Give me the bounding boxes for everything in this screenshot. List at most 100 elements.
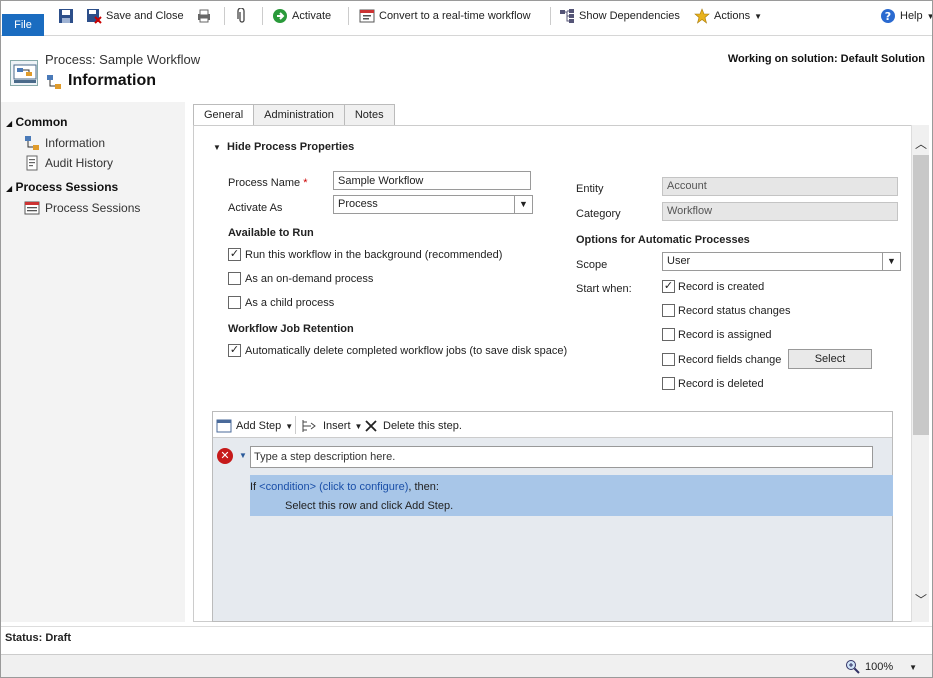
delete-step-button[interactable]: Delete this step. [363, 416, 462, 436]
options-heading: Options for Automatic Processes [576, 234, 750, 246]
step-toolbar: Add Step ▼ Insert ▼ Delete this step. [213, 412, 892, 438]
nav-item-process-sessions[interactable]: Process Sessions [24, 200, 140, 216]
available-to-run-heading: Available to Run [228, 227, 314, 239]
toolbar-separator [550, 7, 551, 25]
vertical-scrollbar[interactable]: ︿ ﹀ [911, 125, 929, 622]
nav-group-common[interactable]: ◢ Common [6, 115, 68, 129]
activate-as-label: Activate As [228, 202, 283, 214]
tab-administration[interactable]: Administration [253, 104, 345, 125]
attach-button[interactable] [234, 6, 250, 26]
step-expand-arrow-icon[interactable]: ▼ [239, 451, 247, 460]
child-process-checkbox[interactable] [228, 296, 241, 309]
process-name-input[interactable] [333, 171, 531, 190]
help-icon: ? [880, 8, 896, 24]
solution-indicator: Working on solution: Default Solution [727, 53, 925, 65]
scroll-up-icon[interactable]: ︿ [914, 137, 928, 151]
actions-menu-button[interactable]: Actions ▼ [694, 6, 762, 26]
insert-button[interactable]: Insert ▼ [301, 416, 362, 436]
print-button[interactable] [196, 6, 212, 26]
activate-icon [272, 8, 288, 24]
nav-item-process-sessions-label: Process Sessions [45, 201, 141, 215]
on-demand-checkbox[interactable] [228, 272, 241, 285]
record-created-checkbox[interactable]: ✓ [662, 280, 675, 293]
collapse-triangle-icon: ◢ [6, 119, 13, 128]
left-navigation: ◢ Common Information Audit History ◢ Pro… [0, 102, 185, 622]
convert-realtime-button[interactable]: Convert to a real-time workflow [359, 6, 531, 26]
workflow-icon [24, 135, 40, 151]
auto-delete-checkbox[interactable]: ✓ [228, 344, 241, 357]
chevron-down-icon: ▼ [926, 11, 933, 21]
delete-x-icon [363, 418, 379, 434]
run-background-label: Run this workflow in the background (rec… [245, 249, 503, 261]
nav-item-information-label: Information [45, 136, 106, 150]
toolbar-separator [224, 7, 225, 25]
tab-notes[interactable]: Notes [343, 104, 395, 125]
step-description-input[interactable]: Type a step description here. [250, 446, 873, 468]
zoom-control[interactable]: 100% ▼ [845, 657, 917, 677]
process-name-header: Process: Sample Workflow [45, 52, 201, 67]
help-menu-button[interactable]: ? Help ▼ [880, 6, 933, 26]
add-step-hint: Select this row and click Add Step. [285, 500, 454, 512]
entity-field: Account [662, 177, 898, 196]
delete-step-label: Delete this step. [383, 420, 462, 432]
save-and-close-button[interactable]: Save and Close [86, 6, 184, 26]
configure-condition-link[interactable]: <condition> (click to configure) [259, 481, 408, 493]
condition-line: If <condition> (click to configure), the… [250, 481, 439, 493]
dependencies-icon [559, 8, 575, 24]
chevron-down-icon: ▼ [285, 421, 294, 431]
record-status-label: Record status changes [678, 305, 791, 317]
page-title: Information [68, 72, 156, 89]
actions-star-icon [694, 8, 710, 24]
file-tab[interactable]: File [2, 14, 44, 36]
save-and-close-label: Save and Close [106, 10, 184, 22]
activate-label: Activate [292, 10, 332, 22]
nav-item-audit-history[interactable]: Audit History [24, 155, 113, 171]
record-assigned-checkbox[interactable] [662, 328, 675, 341]
run-background-checkbox[interactable]: ✓ [228, 248, 241, 261]
help-label: Help [900, 10, 923, 22]
record-fields-label: Record fields change [678, 354, 782, 366]
add-step-button[interactable]: Add Step ▼ [216, 416, 293, 436]
process-sessions-icon [24, 200, 40, 216]
svg-text:?: ? [885, 10, 891, 23]
workflow-small-icon [46, 74, 62, 90]
chevron-down-icon: ▼ [909, 662, 918, 672]
start-when-label: Start when: [576, 283, 632, 295]
record-created-label: Record is created [678, 281, 765, 293]
retention-heading: Workflow Job Retention [228, 323, 354, 335]
record-status-checkbox[interactable] [662, 304, 675, 317]
record-fields-checkbox[interactable] [662, 353, 675, 366]
step-editor: Add Step ▼ Insert ▼ Delete this step. ✕ … [212, 411, 893, 622]
form-header: Process: Sample Workflow Information Wor… [0, 36, 933, 102]
record-deleted-checkbox[interactable] [662, 377, 675, 390]
tab-general[interactable]: General [193, 104, 255, 126]
activate-as-value: Process [338, 198, 378, 210]
show-dependencies-button[interactable]: Show Dependencies [559, 6, 680, 26]
scroll-down-icon[interactable]: ﹀ [914, 593, 928, 607]
actions-label: Actions [714, 10, 751, 22]
if-label: If [250, 481, 260, 493]
activate-button[interactable]: Activate [272, 6, 331, 26]
chevron-down-icon: ▼ [354, 421, 363, 431]
record-assigned-label: Record is assigned [678, 329, 772, 341]
add-step-icon [216, 418, 232, 434]
select-fields-button[interactable]: Select [788, 349, 872, 369]
chevron-down-icon: ▼ [882, 253, 900, 270]
process-name-label: Process Name * [228, 177, 308, 189]
record-deleted-label: Record is deleted [678, 378, 764, 390]
scope-label: Scope [576, 259, 608, 271]
activate-as-select[interactable]: Process ▼ [333, 195, 533, 214]
nav-item-information[interactable]: Information [24, 135, 105, 151]
save-icon [58, 8, 74, 24]
condition-row[interactable]: If <condition> (click to configure), the… [250, 475, 893, 516]
collapse-arrow-icon: ▼ [213, 143, 221, 152]
category-field: Workflow [662, 202, 898, 221]
audit-history-icon [24, 155, 40, 171]
chevron-down-icon: ▼ [514, 196, 532, 213]
category-label: Category [576, 208, 621, 220]
section-toggle-hide-properties[interactable]: ▼ Hide Process Properties [213, 141, 354, 153]
nav-group-process-sessions[interactable]: ◢ Process Sessions [6, 180, 118, 194]
scrollbar-thumb[interactable] [913, 155, 929, 435]
scope-select[interactable]: User ▼ [662, 252, 901, 271]
save-button[interactable] [58, 6, 74, 26]
